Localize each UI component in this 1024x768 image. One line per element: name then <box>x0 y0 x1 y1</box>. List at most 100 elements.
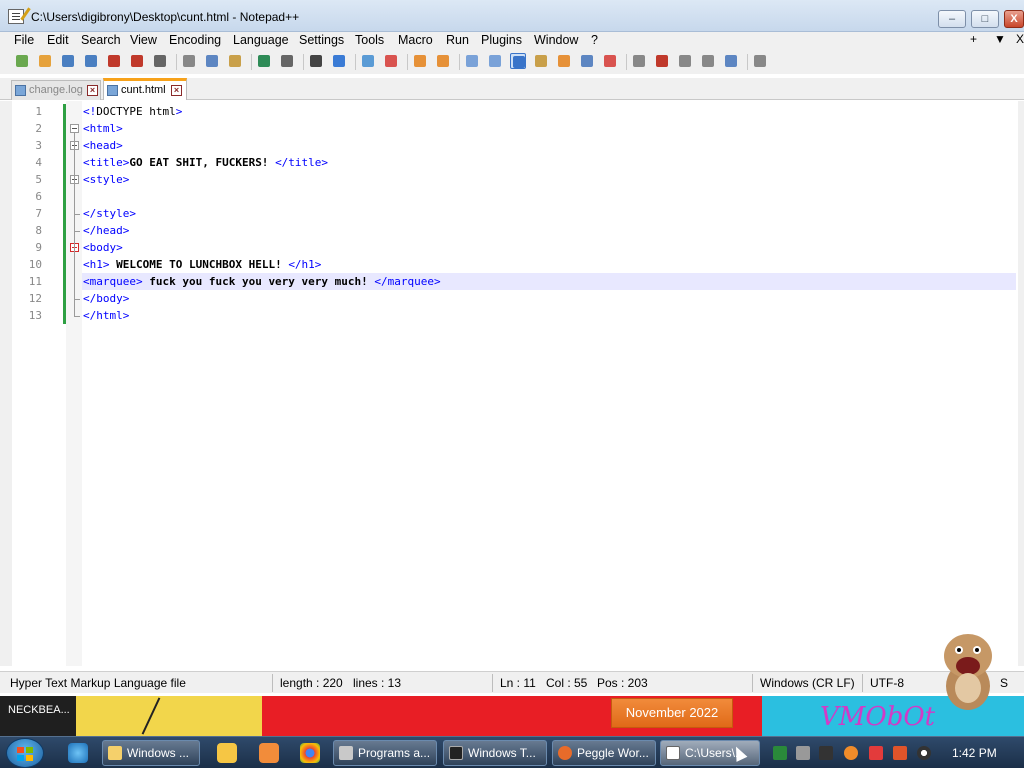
tray-flag-icon[interactable] <box>869 746 883 760</box>
menu-tools[interactable]: Tools <box>355 33 384 47</box>
menu-help[interactable]: ? <box>591 33 598 47</box>
code-line[interactable]: <style> <box>83 171 129 188</box>
tab-list-button[interactable]: ▼ <box>994 32 1006 46</box>
menu-plugins[interactable]: Plugins <box>481 33 522 47</box>
status-eol: Windows (CR LF) <box>760 676 855 690</box>
folder-workspace-icon[interactable] <box>602 53 618 69</box>
show-all-chars-icon[interactable] <box>487 53 503 69</box>
tray-app-icon[interactable] <box>773 746 787 760</box>
save-macro-icon[interactable] <box>752 53 768 69</box>
indent-guide-icon[interactable] <box>510 53 526 69</box>
html-tag: <marquee> <box>83 275 143 288</box>
monitoring-icon[interactable] <box>631 53 647 69</box>
status-divider <box>752 674 753 692</box>
print-icon[interactable] <box>152 53 168 69</box>
menu-file[interactable]: File <box>14 33 34 47</box>
chrome-icon[interactable] <box>300 743 320 763</box>
status-divider <box>492 674 493 692</box>
maximize-button[interactable]: □ <box>971 10 999 28</box>
code-line[interactable]: </html> <box>83 307 129 324</box>
record-macro-icon[interactable] <box>654 53 670 69</box>
zoom-out-icon[interactable] <box>383 53 399 69</box>
code-line[interactable]: <body> <box>83 239 123 256</box>
paste-icon[interactable] <box>227 53 243 69</box>
new-tab-button[interactable]: + <box>970 32 977 46</box>
close-doc-button[interactable]: X <box>1016 32 1024 46</box>
menu-macro[interactable]: Macro <box>398 33 433 47</box>
code-line[interactable]: <h1> WELCOME TO LUNCHBOX HELL! </h1> <box>83 256 321 273</box>
doc-map-icon[interactable] <box>556 53 572 69</box>
copy-icon[interactable] <box>204 53 220 69</box>
task-windows-terminal[interactable]: Windows T... <box>443 740 547 766</box>
code-line[interactable]: </body> <box>83 290 129 307</box>
code-line[interactable]: </head> <box>83 222 129 239</box>
word-wrap-icon[interactable] <box>464 53 480 69</box>
menu-language[interactable]: Language <box>233 33 289 47</box>
clock[interactable]: 1:42 PM <box>952 746 997 760</box>
menu-bar: File Edit Search View Encoding Language … <box>0 32 1024 50</box>
stop-record-icon[interactable] <box>677 53 693 69</box>
find-icon[interactable] <box>308 53 324 69</box>
minimize-button[interactable]: – <box>938 10 966 28</box>
tab-close-icon[interactable]: × <box>171 85 182 96</box>
app-icon[interactable] <box>259 743 279 763</box>
vertical-scrollbar[interactable] <box>1018 101 1024 666</box>
task-windows-explorer[interactable]: Windows ... <box>102 740 200 766</box>
menu-window[interactable]: Window <box>534 33 578 47</box>
task-peggle[interactable]: Peggle Wor... <box>552 740 656 766</box>
save-icon[interactable] <box>60 53 76 69</box>
undo-icon[interactable] <box>256 53 272 69</box>
run-multiple-icon[interactable] <box>723 53 739 69</box>
date-popup[interactable]: November 2022 <box>611 698 733 728</box>
save-all-icon[interactable] <box>83 53 99 69</box>
user-defined-lang-icon[interactable] <box>533 53 549 69</box>
media-player-icon[interactable] <box>217 743 237 763</box>
editor-area[interactable] <box>0 101 1018 666</box>
start-button[interactable] <box>6 738 44 768</box>
tray-display-icon[interactable] <box>893 746 907 760</box>
code-text: DOCTYPE html <box>96 105 176 118</box>
html-tag: </marquee> <box>374 275 441 288</box>
line-number: 1 <box>35 105 42 118</box>
function-list-icon[interactable] <box>579 53 595 69</box>
code-line[interactable]: <!DOCTYPE html> <box>83 103 182 120</box>
ie-icon[interactable] <box>68 743 88 763</box>
fold-html-icon[interactable] <box>70 124 79 133</box>
tab-cunt-html[interactable]: cunt.html × <box>103 78 187 100</box>
redo-icon[interactable] <box>279 53 295 69</box>
menu-encoding[interactable]: Encoding <box>169 33 221 47</box>
close-all-icon[interactable] <box>129 53 145 69</box>
replace-icon[interactable] <box>331 53 347 69</box>
fold-end <box>74 316 80 317</box>
code-line[interactable]: <head> <box>83 137 123 154</box>
user-defined-lang-glyph <box>535 55 547 67</box>
cut-icon[interactable] <box>181 53 197 69</box>
menu-search[interactable]: Search <box>81 33 121 47</box>
toolbar-separator <box>407 54 408 70</box>
close-button[interactable]: X <box>1004 10 1024 28</box>
new-file-icon[interactable] <box>14 53 30 69</box>
tray-settings-icon[interactable] <box>796 746 810 760</box>
task-programs[interactable]: Programs a... <box>333 740 437 766</box>
menu-run[interactable]: Run <box>446 33 469 47</box>
tray-search-icon[interactable] <box>844 746 858 760</box>
tray-check-icon[interactable] <box>819 746 833 760</box>
playback-icon[interactable] <box>700 53 716 69</box>
code-line[interactable]: <title>GO EAT SHIT, FUCKERS! </title> <box>83 154 328 171</box>
sync-vertical-icon[interactable] <box>412 53 428 69</box>
code-line[interactable]: </style> <box>83 205 136 222</box>
menu-settings[interactable]: Settings <box>299 33 344 47</box>
close-icon[interactable] <box>106 53 122 69</box>
tray-volume-icon[interactable] <box>917 746 931 760</box>
menu-edit[interactable]: Edit <box>47 33 69 47</box>
print-glyph <box>154 55 166 67</box>
task-label: Peggle Wor... <box>577 746 649 760</box>
code-line[interactable]: <marquee> fuck you fuck you very very mu… <box>83 273 441 290</box>
code-line[interactable]: <html> <box>83 120 123 137</box>
tab-close-icon[interactable]: × <box>87 85 98 96</box>
tab-change-log[interactable]: change.log × <box>11 80 101 100</box>
menu-view[interactable]: View <box>130 33 157 47</box>
zoom-in-icon[interactable] <box>360 53 376 69</box>
sync-horizontal-icon[interactable] <box>435 53 451 69</box>
open-file-icon[interactable] <box>37 53 53 69</box>
